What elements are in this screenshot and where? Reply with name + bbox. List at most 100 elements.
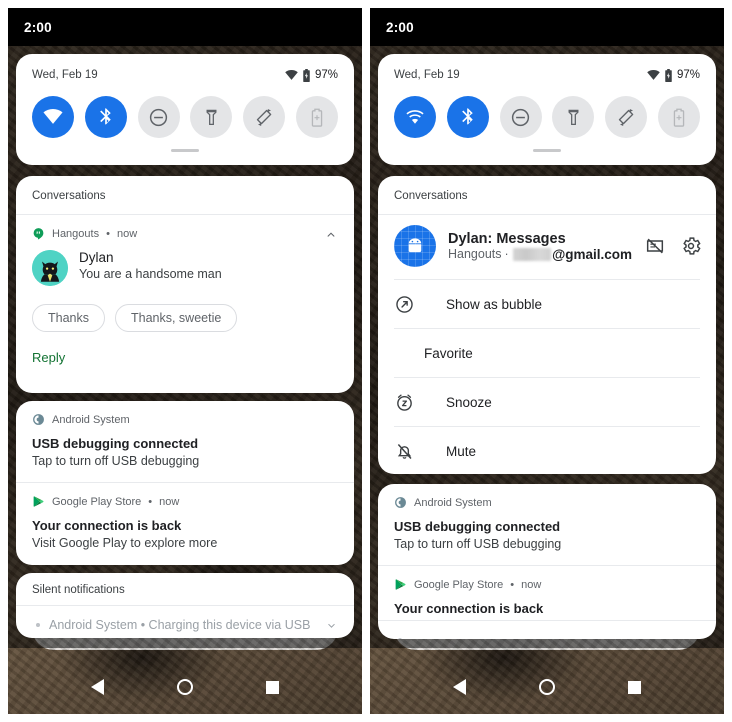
notification-time: now — [159, 495, 180, 508]
reply-button[interactable]: Reply — [32, 350, 338, 365]
bluetooth-icon — [461, 108, 473, 125]
block-message-icon[interactable] — [644, 235, 666, 257]
notification-title: Your connection is back — [394, 601, 544, 616]
conversation-time: now — [116, 227, 138, 240]
bluetooth-tile[interactable] — [446, 96, 489, 138]
qs-status-cluster: 97% — [647, 68, 700, 82]
menu-item-favorite[interactable]: Favorite — [378, 329, 716, 377]
flashlight-tile[interactable] — [552, 96, 595, 138]
smart-reply-chips: Thanks Thanks, sweetie — [32, 304, 338, 332]
silent-notifications-card: Silent notifications Android System • Ch… — [16, 573, 354, 638]
quick-settings-panel: Wed, Feb 19 97% — [16, 54, 354, 165]
navigation-bar-right — [370, 660, 724, 714]
conversation-message: You are a handsome man — [79, 267, 222, 281]
conversation-settings-card: Conversations Dylan: Messages Hangouts ·… — [378, 176, 716, 474]
conversation-row: Dylan You are a handsome man — [32, 250, 338, 286]
status-bar-right: 2:00 — [370, 8, 724, 46]
screenshot-root: 2:00 Wed, Feb 19 97% Conversations Hango… — [0, 0, 732, 722]
auto-rotate-icon — [618, 108, 634, 126]
wifi-tile[interactable] — [394, 96, 436, 138]
menu-item-show-as-bubble[interactable]: Show as bubble — [378, 280, 716, 328]
android-system-icon — [395, 497, 406, 508]
auto-rotate-icon — [256, 108, 272, 126]
notification-app-line: Android System — [32, 413, 338, 426]
qs-drag-handle[interactable] — [171, 149, 199, 152]
gear-icon[interactable] — [680, 235, 702, 257]
do-not-disturb-icon — [149, 108, 168, 126]
chevron-down-icon[interactable] — [325, 619, 338, 632]
bell-off-icon — [394, 441, 446, 462]
silent-notification-row[interactable]: Android System • Charging this device vi… — [16, 606, 354, 638]
home-button[interactable] — [176, 679, 193, 695]
google-play-notification[interactable]: Google Play Store • now Your connection … — [378, 566, 716, 620]
menu-item-mute[interactable]: Mute — [378, 427, 716, 474]
recents-button[interactable] — [628, 680, 642, 694]
conversation-header-row: Dylan: Messages Hangouts · @gmail.com — [378, 215, 716, 279]
separator: • — [148, 495, 153, 508]
snooze-clock-icon — [394, 392, 446, 413]
notifications-card-right: Android System USB debugging connected T… — [378, 484, 716, 639]
android-avatar — [394, 225, 436, 267]
qs-drag-handle[interactable] — [533, 149, 561, 152]
notification-body: Visit Google Play to explore more — [32, 536, 218, 550]
notification-app-name: Google Play Store — [414, 578, 504, 591]
google-play-icon — [33, 496, 44, 507]
dnd-tile[interactable] — [137, 96, 180, 138]
smart-reply-chip-thanks[interactable]: Thanks — [32, 304, 105, 332]
notification-app-name: Android System — [414, 496, 492, 509]
separator: · — [504, 247, 509, 261]
back-button[interactable] — [90, 679, 104, 695]
masked-account-name — [512, 247, 552, 261]
silent-header: Silent notifications — [32, 584, 125, 596]
conversation-header-texts: Dylan: Messages Hangouts · @gmail.com — [448, 231, 632, 262]
smart-reply-chip-thanks-sweetie[interactable]: Thanks, sweetie — [115, 304, 238, 332]
home-button[interactable] — [538, 679, 555, 695]
navigation-bar-left — [8, 660, 362, 714]
conversation-app-line: Hangouts • now — [32, 227, 338, 240]
wifi-icon — [43, 109, 63, 124]
status-clock: 2:00 — [24, 19, 52, 35]
menu-item-snooze[interactable]: Snooze — [378, 378, 716, 426]
menu-item-label: Show as bubble — [446, 296, 543, 312]
silent-bullet-icon — [398, 638, 402, 639]
hangouts-icon — [33, 228, 44, 240]
battery-percent: 97% — [314, 69, 338, 81]
bluetooth-tile[interactable] — [84, 96, 127, 138]
recents-button[interactable] — [266, 680, 280, 694]
battery-saver-icon — [673, 108, 685, 127]
battery-saver-tile[interactable] — [657, 96, 700, 138]
notification-app-name: Google Play Store — [52, 495, 142, 508]
conversation-title: Dylan: Messages — [448, 230, 566, 247]
conversation-notification[interactable]: Hangouts • now Dylan You are a handsome … — [16, 215, 354, 379]
auto-rotate-tile[interactable] — [243, 96, 286, 138]
separator: • — [106, 227, 110, 240]
bubble-icon — [394, 294, 446, 315]
quick-settings-tiles — [394, 96, 700, 138]
qs-status-cluster: 97% — [285, 68, 338, 82]
quick-settings-panel: Wed, Feb 19 97% — [378, 54, 716, 165]
flashlight-tile[interactable] — [190, 96, 233, 138]
phone-screen-right: 2:00 Wed, Feb 19 97% Conversations Dylan… — [370, 8, 724, 714]
qs-date: Wed, Feb 19 — [32, 69, 98, 81]
wifi-icon — [647, 69, 660, 80]
back-button[interactable] — [452, 679, 466, 695]
notification-body: Tap to turn off USB debugging — [394, 537, 562, 551]
silent-bullet-icon — [36, 623, 40, 627]
android-system-notification[interactable]: Android System USB debugging connected T… — [16, 401, 354, 482]
collapse-chevron-up-icon[interactable] — [324, 228, 338, 247]
notification-time: now — [521, 578, 542, 591]
notification-app-name: Android System — [52, 413, 130, 426]
battery-saver-tile[interactable] — [295, 96, 338, 138]
wifi-tile[interactable] — [32, 96, 74, 138]
android-system-notification[interactable]: Android System USB debugging connected T… — [378, 484, 716, 565]
separator: • — [510, 578, 515, 591]
menu-item-label: Favorite — [424, 345, 473, 361]
cat-avatar — [32, 250, 68, 286]
auto-rotate-tile[interactable] — [605, 96, 648, 138]
google-play-notification[interactable]: Google Play Store • now Your connection … — [16, 483, 354, 564]
partial-silent-row — [378, 621, 716, 639]
notifications-card-left: Android System USB debugging connected T… — [16, 401, 354, 565]
conversation-app-name: Hangouts — [52, 227, 100, 240]
dnd-tile[interactable] — [499, 96, 542, 138]
conversations-header: Conversations — [394, 190, 468, 202]
